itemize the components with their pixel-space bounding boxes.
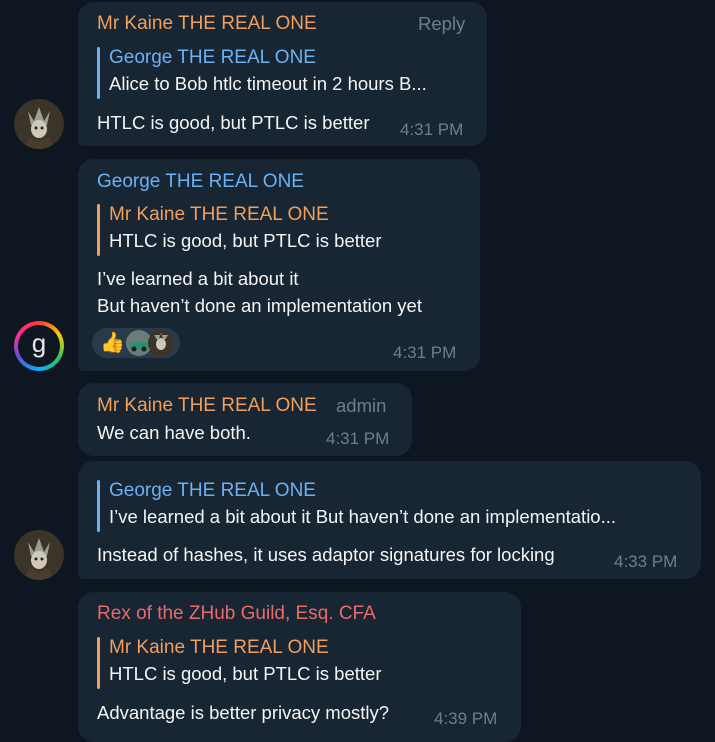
message-time: 4:31 PM — [326, 429, 390, 448]
sender-name[interactable]: Mr Kaine THE REAL ONE — [97, 395, 317, 417]
message-bubble[interactable]: George THE REAL ONE I’ve learned a bit a… — [78, 461, 701, 579]
quote-bar — [97, 637, 100, 689]
message-time: 4:33 PM — [614, 552, 678, 571]
admin-badge: admin — [336, 395, 387, 416]
message-time: 4:31 PM — [393, 343, 457, 362]
message-text: We can have both. — [97, 422, 251, 443]
sender-name[interactable]: George THE REAL ONE — [97, 171, 304, 193]
quote-author: Mr Kaine THE REAL ONE — [109, 637, 329, 658]
message-text: Advantage is better privacy mostly? — [97, 702, 390, 723]
quote-bar — [97, 47, 100, 99]
message-text: Instead of hashes, it uses adaptor signa… — [97, 544, 555, 565]
quote-bar — [97, 204, 100, 256]
reply-quote[interactable]: George THE REAL ONE I’ve learned a bit a… — [97, 480, 687, 532]
avatar-letter: g — [31, 328, 47, 358]
quote-author: Mr Kaine THE REAL ONE — [109, 204, 329, 225]
reply-button[interactable]: Reply — [418, 13, 465, 35]
message-text-line: But haven’t done an implementation yet — [97, 295, 422, 316]
quote-text: HTLC is good, but PTLC is better — [109, 663, 382, 684]
message-text: HTLC is good, but PTLC is better — [97, 112, 370, 133]
message-bubble[interactable]: George THE REAL ONE Mr Kaine THE REAL ON… — [78, 159, 480, 371]
message-text-line: I’ve learned a bit about it — [97, 268, 299, 289]
message-time: 4:31 PM — [400, 120, 464, 139]
reply-quote[interactable]: George THE REAL ONE Alice to Bob htlc ti… — [97, 47, 467, 99]
sender-name[interactable]: Rex of the ZHub Guild, Esq. CFA — [97, 603, 376, 625]
joker-avatar-icon[interactable] — [14, 99, 64, 149]
message-time: 4:39 PM — [434, 709, 498, 728]
quote-text: Alice to Bob htlc timeout in 2 hours B..… — [109, 73, 427, 94]
message-bubble[interactable]: Mr Kaine THE REAL ONE Reply George THE R… — [78, 2, 487, 146]
user-avatar-g[interactable]: g — [14, 321, 64, 371]
quote-bar — [97, 480, 100, 532]
quote-text: I’ve learned a bit about it But haven’t … — [109, 506, 617, 527]
sender-name[interactable]: Mr Kaine THE REAL ONE — [97, 13, 317, 35]
thumbs-up-icon[interactable]: 👍 — [100, 331, 125, 355]
joker-avatar-icon — [148, 330, 174, 356]
reply-quote[interactable]: Mr Kaine THE REAL ONE HTLC is good, but … — [97, 204, 467, 256]
reply-quote[interactable]: Mr Kaine THE REAL ONE HTLC is good, but … — [97, 637, 497, 689]
quote-text: HTLC is good, but PTLC is better — [109, 230, 382, 251]
quote-author: George THE REAL ONE — [109, 480, 316, 501]
reactions[interactable]: 👍 — [92, 328, 180, 358]
message-bubble[interactable]: Mr Kaine THE REAL ONE admin We can have … — [78, 383, 412, 456]
joker-avatar-icon[interactable] — [14, 530, 64, 580]
quote-author: George THE REAL ONE — [109, 47, 316, 68]
message-bubble[interactable]: Rex of the ZHub Guild, Esq. CFA Mr Kaine… — [78, 592, 521, 742]
